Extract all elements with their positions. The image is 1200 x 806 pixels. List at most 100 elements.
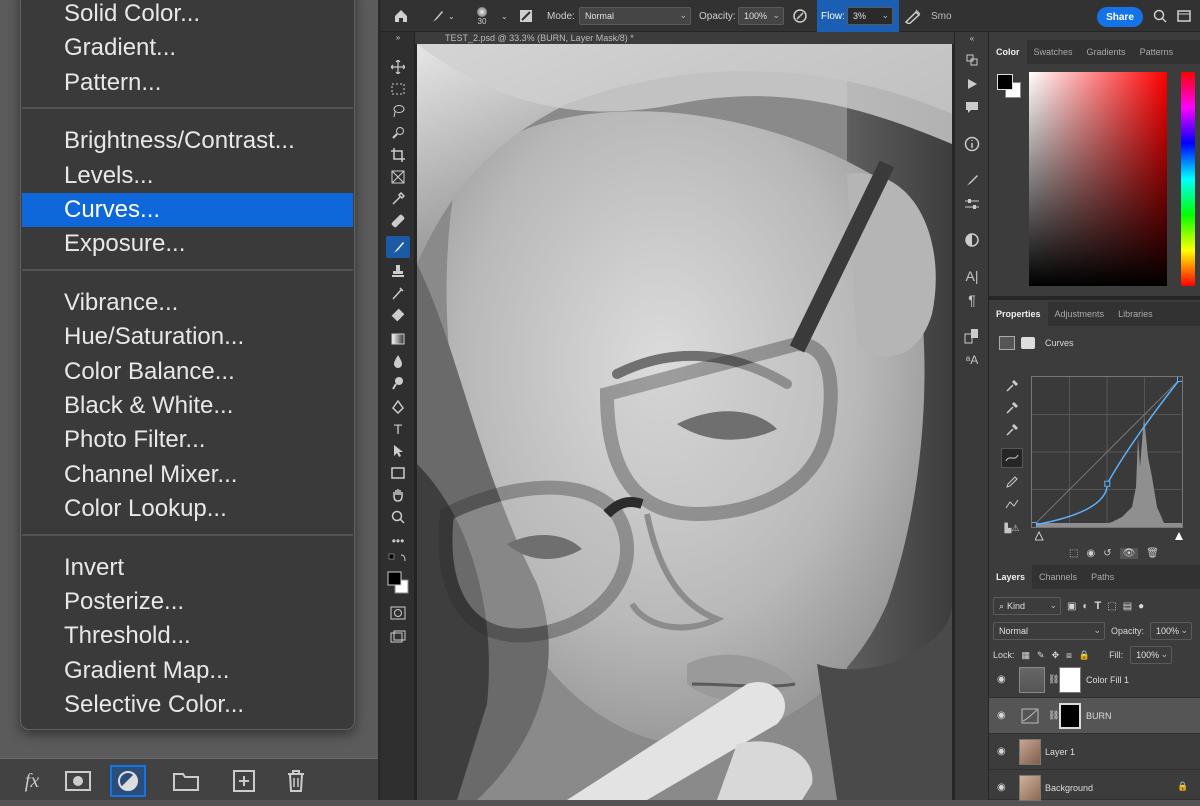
styles-panel-icon[interactable] bbox=[961, 230, 983, 250]
layer-row-background[interactable]: ◉ Background 🔒 bbox=[989, 770, 1200, 801]
lock-all-icon[interactable]: 🔒 bbox=[1079, 650, 1090, 661]
flow-field[interactable]: 3% ⌄ bbox=[847, 7, 893, 25]
menu-item[interactable]: Brightness/Contrast... bbox=[22, 124, 353, 158]
brush-tool-icon[interactable] bbox=[386, 236, 410, 258]
tab-patterns[interactable]: Patterns bbox=[1133, 40, 1181, 64]
hue-slider[interactable] bbox=[1181, 72, 1195, 286]
trash-icon[interactable] bbox=[278, 765, 314, 797]
eyedropper-white-icon[interactable] bbox=[1001, 420, 1023, 440]
adjustment-layer-icon[interactable] bbox=[110, 765, 146, 797]
curve-point[interactable] bbox=[1104, 480, 1111, 487]
adjust-sliders-icon[interactable] bbox=[961, 194, 983, 214]
screen-mode-icon[interactable] bbox=[386, 626, 410, 648]
menu-item[interactable]: Levels... bbox=[22, 159, 353, 193]
menu-item[interactable]: Channel Mixer... bbox=[22, 458, 353, 492]
new-layer-icon[interactable] bbox=[226, 765, 262, 797]
eye-icon[interactable]: ◉ bbox=[997, 674, 1009, 686]
lock-transparent-icon[interactable]: ▦ bbox=[1022, 650, 1031, 661]
filter-shape-icon[interactable]: ⬚ bbox=[1107, 601, 1116, 612]
collapse-chevron-icon[interactable]: » bbox=[386, 32, 410, 42]
clone-source-icon[interactable] bbox=[961, 326, 983, 346]
opacity-field[interactable]: 100% ⌄ bbox=[738, 7, 784, 25]
clip-to-layer-icon[interactable]: ⬚ bbox=[1069, 548, 1078, 559]
layer-row-layer-1[interactable]: ◉ Layer 1 bbox=[989, 734, 1200, 770]
mask-icon[interactable] bbox=[60, 765, 96, 797]
layer-row-burn[interactable]: ◉ ⛓ BURN bbox=[989, 698, 1200, 734]
menu-item[interactable]: Gradient Map... bbox=[22, 654, 353, 688]
gradient-tool-icon[interactable] bbox=[386, 328, 410, 350]
tab-properties[interactable]: Properties bbox=[989, 302, 1048, 326]
tab-channels[interactable]: Channels bbox=[1032, 565, 1084, 589]
home-icon[interactable] bbox=[393, 0, 409, 32]
smooth-curve-icon[interactable] bbox=[1001, 494, 1023, 514]
paragraph-panel-icon[interactable]: ¶ bbox=[961, 290, 983, 310]
fg-bg-swatch[interactable] bbox=[997, 74, 1023, 100]
menu-item[interactable]: Pattern... bbox=[22, 66, 353, 100]
quick-select-icon[interactable] bbox=[386, 122, 410, 144]
trash-icon[interactable]: 🗑 bbox=[1146, 548, 1159, 559]
color-field[interactable] bbox=[1029, 72, 1167, 286]
view-previous-icon[interactable]: ◉ bbox=[1086, 548, 1095, 559]
type-tool-icon[interactable]: T bbox=[386, 418, 410, 440]
input-sliders[interactable] bbox=[1034, 528, 1183, 541]
tab-libraries[interactable]: Libraries bbox=[1111, 302, 1160, 326]
share-button[interactable]: Share bbox=[1097, 7, 1143, 27]
brush-settings-icon[interactable] bbox=[519, 0, 533, 32]
rectangle-tool-icon[interactable] bbox=[386, 462, 410, 484]
character-panel-icon[interactable]: A| bbox=[961, 266, 983, 286]
swap-colors-icon[interactable] bbox=[386, 552, 410, 564]
curves-graph[interactable] bbox=[1031, 376, 1183, 528]
filter-adjustment-icon[interactable]: ◐ bbox=[1082, 601, 1088, 612]
fx-icon[interactable]: fx bbox=[14, 765, 50, 797]
search-icon[interactable] bbox=[1153, 0, 1167, 32]
pressure-opacity-icon[interactable] bbox=[792, 0, 808, 32]
blend-mode-dropdown[interactable]: Normal ⌄ bbox=[993, 622, 1105, 640]
chain-icon[interactable]: ⛓ bbox=[1048, 674, 1059, 685]
glyphs-panel-icon[interactable]: ᵃA bbox=[961, 350, 983, 370]
menu-item[interactable]: Gradient... bbox=[22, 31, 353, 65]
menu-item[interactable]: Vibrance... bbox=[22, 286, 353, 320]
eyedropper-tool-icon[interactable] bbox=[386, 188, 410, 210]
curve-point-tool-icon[interactable] bbox=[1001, 448, 1023, 468]
chain-icon[interactable]: ⛓ bbox=[1048, 710, 1059, 721]
pen-tool-icon[interactable] bbox=[386, 396, 410, 418]
layer-filter-dropdown[interactable]: ⌕ Kind ⌄ bbox=[993, 597, 1061, 615]
filter-pixel-icon[interactable]: ▣ bbox=[1067, 601, 1076, 612]
tab-layers[interactable]: Layers bbox=[989, 565, 1033, 589]
tab-swatches[interactable]: Swatches bbox=[1027, 40, 1080, 64]
folder-icon[interactable] bbox=[168, 765, 204, 797]
layer-row-color-fill[interactable]: ◉ ⛓ Color Fill 1 bbox=[989, 662, 1200, 698]
dodge-tool-icon[interactable] bbox=[386, 372, 410, 394]
filter-smart-icon[interactable]: ▤ bbox=[1123, 601, 1132, 612]
menu-item[interactable]: Posterize... bbox=[22, 585, 353, 619]
layer-opacity-field[interactable]: 100% ⌄ bbox=[1150, 622, 1193, 640]
eye-icon[interactable]: ◉ bbox=[997, 782, 1009, 794]
color-swatches-icon[interactable] bbox=[386, 568, 410, 596]
tab-paths[interactable]: Paths bbox=[1084, 565, 1121, 589]
eye-icon[interactable]: ◉ bbox=[997, 710, 1009, 722]
lock-image-icon[interactable]: ✎ bbox=[1037, 650, 1045, 661]
marquee-tool-icon[interactable] bbox=[386, 78, 410, 100]
menu-item[interactable]: Solid Color... bbox=[22, 0, 353, 31]
curve-point[interactable] bbox=[1031, 522, 1037, 528]
zoom-tool-icon[interactable] bbox=[386, 506, 410, 528]
menu-item[interactable]: Color Balance... bbox=[22, 355, 353, 389]
menu-item[interactable]: Exposure... bbox=[22, 227, 353, 261]
mask-icon[interactable] bbox=[1021, 337, 1035, 349]
tab-color[interactable]: Color bbox=[989, 40, 1027, 64]
menu-item[interactable]: Hue/Saturation... bbox=[22, 320, 353, 354]
move-tool-icon[interactable] bbox=[386, 56, 410, 78]
history-brush-icon[interactable] bbox=[386, 282, 410, 304]
menu-item[interactable]: Threshold... bbox=[22, 619, 353, 653]
lasso-tool-icon[interactable] bbox=[386, 100, 410, 122]
filter-toggle-icon[interactable]: ● bbox=[1138, 601, 1144, 612]
stamp-tool-icon[interactable] bbox=[386, 260, 410, 282]
collapse-chevron-icon[interactable]: « bbox=[961, 32, 983, 44]
lock-position-icon[interactable]: ✥ bbox=[1052, 650, 1060, 661]
tab-adjustments[interactable]: Adjustments bbox=[1048, 302, 1112, 326]
healing-brush-icon[interactable] bbox=[386, 210, 410, 232]
pencil-curve-icon[interactable] bbox=[1001, 472, 1023, 492]
actions-panel-icon[interactable] bbox=[961, 74, 983, 94]
curve-point[interactable] bbox=[1177, 376, 1183, 382]
path-select-icon[interactable] bbox=[386, 440, 410, 462]
